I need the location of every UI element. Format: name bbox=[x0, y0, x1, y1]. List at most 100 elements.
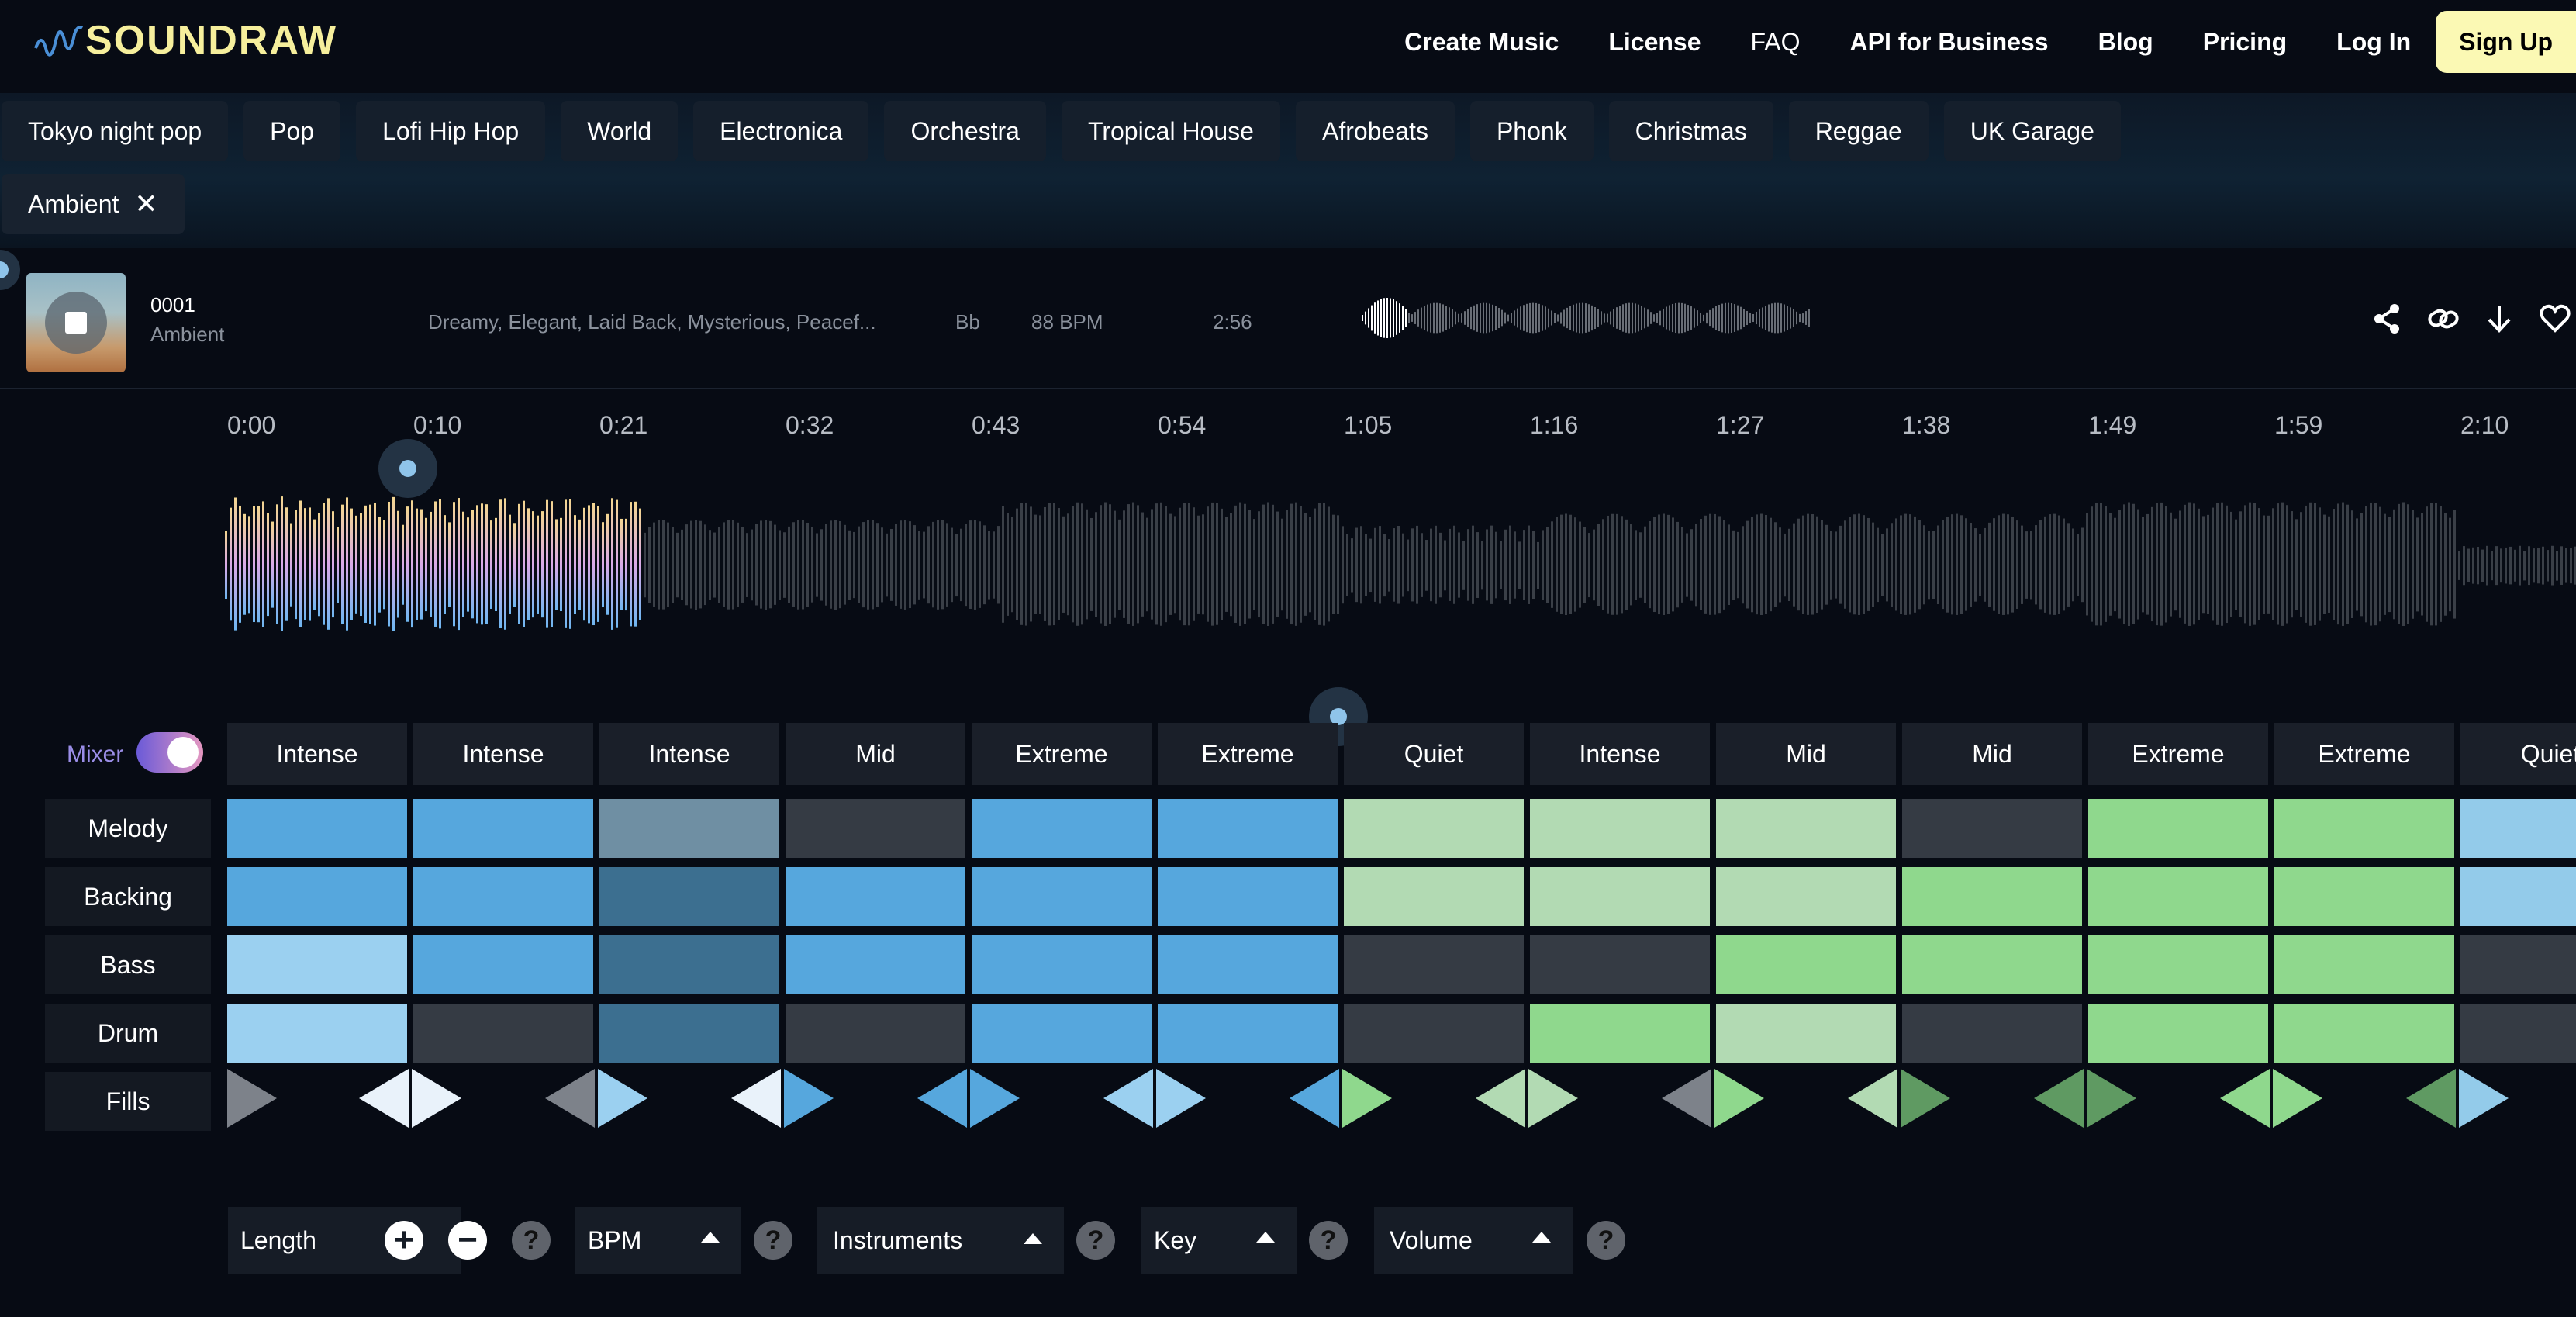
mixer-cell-melody[interactable] bbox=[1158, 799, 1338, 858]
fill-triangle[interactable] bbox=[1103, 1069, 1153, 1128]
active-filter-ambient[interactable]: Ambient ✕ bbox=[2, 174, 185, 234]
mixer-cell-bass[interactable] bbox=[1716, 935, 1896, 994]
mixer-cell-backing[interactable] bbox=[1716, 867, 1896, 926]
mixer-cell-drum[interactable] bbox=[413, 1004, 593, 1063]
mixer-cell-drum[interactable] bbox=[1344, 1004, 1524, 1063]
nav-faq[interactable]: FAQ bbox=[1751, 28, 1801, 57]
fill-triangle[interactable] bbox=[731, 1069, 781, 1128]
mixer-cell-drum[interactable] bbox=[1902, 1004, 2082, 1063]
mixer-cell-drum[interactable] bbox=[1716, 1004, 1896, 1063]
energy-cell[interactable]: Quiet bbox=[2460, 723, 2576, 785]
mixer-cell-backing[interactable] bbox=[413, 867, 593, 926]
energy-cell[interactable]: Extreme bbox=[2088, 723, 2268, 785]
track-mini-waveform[interactable] bbox=[1362, 295, 1811, 341]
nav-blog[interactable]: Blog bbox=[2098, 28, 2153, 57]
volume-help-icon[interactable]: ? bbox=[1587, 1221, 1625, 1260]
fill-triangle[interactable] bbox=[1290, 1069, 1339, 1128]
fill-triangle[interactable] bbox=[1156, 1069, 1206, 1128]
mixer-cell-bass[interactable] bbox=[2274, 935, 2454, 994]
fill-triangle[interactable] bbox=[1848, 1069, 1897, 1128]
energy-cell[interactable]: Mid bbox=[1716, 723, 1896, 785]
mixer-cell-backing[interactable] bbox=[972, 867, 1152, 926]
genre-chip-tokyo-night-pop[interactable]: Tokyo night pop bbox=[2, 101, 229, 161]
mixer-cell-bass[interactable] bbox=[599, 935, 779, 994]
mixer-cell-drum[interactable] bbox=[227, 1004, 407, 1063]
length-decrease-button[interactable]: − bbox=[448, 1221, 487, 1260]
mixer-cell-bass[interactable] bbox=[786, 935, 965, 994]
mixer-cell-melody[interactable] bbox=[1344, 799, 1524, 858]
fill-triangle[interactable] bbox=[2087, 1069, 2136, 1128]
fill-triangle[interactable] bbox=[1528, 1069, 1578, 1128]
genre-chip-phonk[interactable]: Phonk bbox=[1469, 101, 1594, 161]
mixer-cell-bass[interactable] bbox=[1530, 935, 1710, 994]
fill-triangle[interactable] bbox=[1342, 1069, 1392, 1128]
fill-triangle[interactable] bbox=[1476, 1069, 1525, 1128]
nav-create-music[interactable]: Create Music bbox=[1404, 28, 1559, 57]
mixer-cell-bass[interactable] bbox=[972, 935, 1152, 994]
genre-chip-afrobeats[interactable]: Afrobeats bbox=[1295, 101, 1455, 161]
fill-triangle[interactable] bbox=[917, 1069, 967, 1128]
fill-triangle[interactable] bbox=[2034, 1069, 2084, 1128]
length-help-icon[interactable]: ? bbox=[512, 1221, 551, 1260]
mixer-cell-melody[interactable] bbox=[972, 799, 1152, 858]
fill-triangle[interactable] bbox=[1901, 1069, 1950, 1128]
heart-icon[interactable] bbox=[2539, 302, 2571, 335]
fill-triangle[interactable] bbox=[2273, 1069, 2322, 1128]
mixer-cell-backing[interactable] bbox=[786, 867, 965, 926]
mixer-cell-drum[interactable] bbox=[599, 1004, 779, 1063]
mixer-cell-drum[interactable] bbox=[1530, 1004, 1710, 1063]
genre-chip-reggae[interactable]: Reggae bbox=[1788, 101, 1929, 161]
energy-cell[interactable]: Extreme bbox=[2274, 723, 2454, 785]
nav-api-for-business[interactable]: API for Business bbox=[1850, 28, 2049, 57]
instruments-help-icon[interactable]: ? bbox=[1076, 1221, 1115, 1260]
mixer-cell-backing[interactable] bbox=[2088, 867, 2268, 926]
mixer-cell-bass[interactable] bbox=[1344, 935, 1524, 994]
mixer-cell-melody[interactable] bbox=[2460, 799, 2576, 858]
mixer-cell-backing[interactable] bbox=[2460, 867, 2576, 926]
length-increase-button[interactable]: + bbox=[385, 1221, 423, 1260]
mixer-cell-bass[interactable] bbox=[413, 935, 593, 994]
energy-cell[interactable]: Extreme bbox=[1158, 723, 1338, 785]
fill-triangle[interactable] bbox=[970, 1069, 1020, 1128]
mixer-cell-melody[interactable] bbox=[413, 799, 593, 858]
mixer-cell-backing[interactable] bbox=[1902, 867, 2082, 926]
track-row[interactable]: 0001 Ambient Dreamy, Elegant, Laid Back,… bbox=[0, 256, 2576, 389]
key-help-icon[interactable]: ? bbox=[1309, 1221, 1348, 1260]
mixer-cell-drum[interactable] bbox=[2460, 1004, 2576, 1063]
mixer-cell-melody[interactable] bbox=[2088, 799, 2268, 858]
fill-triangle[interactable] bbox=[598, 1069, 647, 1128]
main-waveform[interactable] bbox=[225, 465, 2576, 667]
genre-chip-orchestra[interactable]: Orchestra bbox=[884, 101, 1046, 161]
mixer-cell-melody[interactable] bbox=[1530, 799, 1710, 858]
mixer-cell-bass[interactable] bbox=[1902, 935, 2082, 994]
energy-cell[interactable]: Intense bbox=[227, 723, 407, 785]
energy-cell[interactable]: Mid bbox=[786, 723, 965, 785]
mixer-cell-backing[interactable] bbox=[599, 867, 779, 926]
mixer-cell-melody[interactable] bbox=[1716, 799, 1896, 858]
genre-chip-electronica[interactable]: Electronica bbox=[693, 101, 869, 161]
bpm-help-icon[interactable]: ? bbox=[754, 1221, 792, 1260]
genre-chip-tropical-house[interactable]: Tropical House bbox=[1061, 101, 1280, 161]
energy-cell[interactable]: Intense bbox=[599, 723, 779, 785]
mixer-cell-melody[interactable] bbox=[599, 799, 779, 858]
mixer-cell-drum[interactable] bbox=[2274, 1004, 2454, 1063]
download-icon[interactable] bbox=[2483, 302, 2516, 335]
energy-cell[interactable]: Intense bbox=[1530, 723, 1710, 785]
genre-chip-pop[interactable]: Pop bbox=[243, 101, 341, 161]
energy-cell[interactable]: Mid bbox=[1902, 723, 2082, 785]
mixer-cell-bass[interactable] bbox=[2088, 935, 2268, 994]
mixer-cell-drum[interactable] bbox=[786, 1004, 965, 1063]
mixer-cell-drum[interactable] bbox=[1158, 1004, 1338, 1063]
mixer-cell-drum[interactable] bbox=[972, 1004, 1152, 1063]
link-icon[interactable] bbox=[2427, 302, 2460, 335]
fill-triangle[interactable] bbox=[2459, 1069, 2509, 1128]
energy-cell[interactable]: Intense bbox=[413, 723, 593, 785]
genre-chip-lofi-hip-hop[interactable]: Lofi Hip Hop bbox=[356, 101, 546, 161]
sign-up-button[interactable]: Sign Up bbox=[2436, 11, 2576, 73]
mixer-cell-bass[interactable] bbox=[1158, 935, 1338, 994]
soundraw-logo[interactable]: SOUNDRAW bbox=[34, 17, 337, 64]
mixer-cell-bass[interactable] bbox=[227, 935, 407, 994]
mixer-cell-melody[interactable] bbox=[227, 799, 407, 858]
fill-triangle[interactable] bbox=[1662, 1069, 1711, 1128]
nav-pricing[interactable]: Pricing bbox=[2203, 28, 2287, 57]
